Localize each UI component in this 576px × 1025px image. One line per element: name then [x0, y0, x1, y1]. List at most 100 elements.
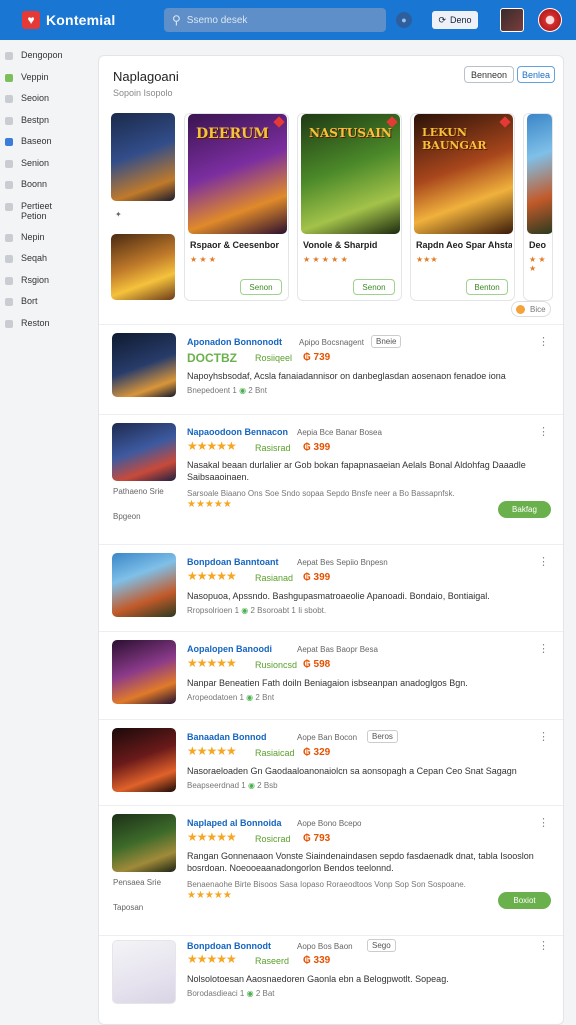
price: ₲ 793 — [303, 833, 331, 844]
sidebar-item[interactable]: Bestpn — [0, 115, 92, 137]
list-item[interactable]: Banaadan Bonnod Aope Ban Bocon Beros ★★★… — [99, 719, 563, 805]
search-box[interactable]: ⚲ — [164, 8, 386, 32]
sidebar-item[interactable]: Seoion — [0, 93, 92, 115]
rating-stars-small: ★★★★★ — [187, 890, 232, 901]
item-description: Nasoraeloaden Gn Gaodaaloanonaiolcn sa a… — [187, 766, 517, 776]
game-thumbnail[interactable] — [112, 940, 176, 1004]
voice-icon[interactable]: ● — [396, 12, 412, 28]
item-pill[interactable]: Beros — [367, 730, 398, 743]
sidebar-item[interactable]: Pertieet Petion — [0, 201, 92, 232]
map-icon — [5, 276, 13, 285]
sidebar-item-label: Dengopon — [21, 50, 63, 60]
more-options-icon[interactable]: ⋮ — [538, 939, 549, 952]
featured-card[interactable]: NASTUSAIN Vonole & Sharpid ★ ★ ★ ★ ★ Sen… — [297, 113, 402, 301]
game-thumbnail[interactable] — [112, 640, 176, 704]
item-description: Nolsolotoesan Aaosnaedoren Gaonla ebn a … — [187, 974, 449, 984]
card-meta: ★★★ — [416, 255, 438, 264]
list-item[interactable]: Pathaeno Srie Bpgeon Napaoodoon Bennacon… — [99, 414, 563, 544]
tag-icon — [5, 95, 13, 103]
sidebar-item[interactable]: Veppin — [0, 72, 92, 94]
price: ₲ 329 — [303, 747, 331, 758]
card-title: Rapdn Aeo Spar Ahsta — [416, 240, 512, 250]
more-options-icon[interactable]: ⋮ — [538, 335, 549, 348]
item-title[interactable]: Aopalopen Banoodi — [187, 644, 272, 654]
more-options-icon[interactable]: ⋮ — [538, 816, 549, 829]
featured-card[interactable]: LEKUN BAUNGAR Rapdn Aeo Spar Ahsta ★★★ B… — [410, 113, 515, 301]
list-item[interactable]: Pensaea Srie Taposan Naplaped al Bonnoid… — [99, 805, 563, 935]
check-icon: ◉ — [241, 606, 249, 615]
sidebar-item[interactable]: Nepin — [0, 232, 92, 254]
more-options-icon[interactable]: ⋮ — [538, 642, 549, 655]
item-title[interactable]: Naplaped al Bonnoida — [187, 818, 282, 828]
game-thumbnail[interactable] — [112, 814, 176, 872]
list-item[interactable]: Aponadon Bonnonodt Apipo Bocsnagent Bnei… — [99, 324, 563, 414]
sidebar-item-label: Bort — [21, 296, 38, 306]
more-label: Bice — [530, 304, 546, 314]
secondary-button[interactable]: Benneon — [464, 66, 514, 83]
card-title: Deo — [529, 240, 547, 250]
item-title[interactable]: Napaoodoon Bennacon — [187, 427, 288, 437]
sidebar-item-label: Seoion — [21, 93, 50, 103]
action-button[interactable]: Bakfag — [498, 501, 551, 518]
featured-card-partial[interactable]: Deo ★ ★ ★ — [523, 113, 553, 301]
sidebar-item[interactable]: Senion — [0, 158, 92, 180]
card-button[interactable]: Senon — [240, 279, 282, 295]
list-item[interactable]: Aopalopen Banoodi Aepat Bas Baopr Besa ★… — [99, 631, 563, 719]
item-title[interactable]: Aponadon Bonnonodt — [187, 337, 282, 347]
sidebar-item[interactable]: Dengopon — [0, 50, 92, 72]
brand[interactable]: ♥ Kontemial — [22, 11, 115, 29]
check-icon: ◉ — [239, 386, 247, 395]
game-thumbnail[interactable] — [112, 333, 176, 397]
sidebar: Dengopon Veppin Seoion Bestpn Baseon Sen… — [0, 50, 92, 339]
game-thumbnail[interactable] — [112, 728, 176, 792]
art-title: NASTUSAIN — [309, 126, 392, 140]
item-tags: Aepat Bas Baopr Besa — [297, 645, 378, 654]
header-button[interactable]: ⟳ Deno — [432, 11, 478, 29]
card-button[interactable]: Benton — [466, 279, 508, 295]
list-item[interactable]: Bonpdoan Bonnodt Aopo Bos Baon Sego ★★★★… — [99, 935, 563, 1025]
game-icon — [5, 73, 13, 82]
featured-thumb[interactable] — [111, 113, 175, 201]
card-artwork: DEERUM — [188, 114, 287, 234]
price: ₲ 739 — [303, 352, 331, 363]
sidebar-item[interactable]: Baseon — [0, 136, 92, 158]
primary-button[interactable]: Benlea — [517, 66, 555, 83]
featured-caption: ✦ — [115, 210, 122, 219]
sidebar-item[interactable]: Boonn — [0, 179, 92, 201]
folder-icon — [5, 181, 13, 189]
featured-card[interactable]: DEERUM Rspaor & Ceesenbor ★ ★ ★ Senon — [184, 113, 289, 301]
game-avatar[interactable] — [500, 8, 524, 32]
list-item[interactable]: Bonpdoan Banntoant Aepat Bes Sepiio Bnpe… — [99, 544, 563, 631]
main-panel: Naplagoani Sopoin Isopolo Benneon Benlea… — [98, 55, 564, 1025]
item-pill[interactable]: Bneie — [371, 335, 402, 348]
featured-thumb[interactable] — [111, 234, 175, 300]
sidebar-item[interactable]: Bort — [0, 296, 92, 318]
more-options-icon[interactable]: ⋮ — [538, 730, 549, 743]
more-options-icon[interactable]: ⋮ — [538, 555, 549, 568]
info-text: Rropsolrioen 1 — [187, 606, 240, 615]
item-pill[interactable]: Sego — [367, 939, 396, 952]
sidebar-item[interactable]: Reston — [0, 318, 92, 340]
sidebar-item[interactable]: Rsgion — [0, 275, 92, 297]
item-title[interactable]: Banaadan Bonnod — [187, 732, 267, 742]
item-title[interactable]: Bonpdoan Banntoant — [187, 557, 279, 567]
item-description: Nasakal beaan durlalier ar Gob bokan fap… — [187, 460, 526, 482]
grid-icon — [5, 159, 13, 168]
card-button[interactable]: Senon — [353, 279, 395, 295]
more-button[interactable]: Bice — [511, 301, 551, 317]
user-avatar[interactable] — [538, 8, 562, 32]
item-title[interactable]: Bonpdoan Bonnodt — [187, 941, 271, 951]
sidebar-item[interactable]: Seqah — [0, 253, 92, 275]
list-icon — [5, 202, 13, 211]
more-icon — [516, 304, 525, 314]
info-text: Bnepedoent 1 — [187, 386, 237, 395]
game-thumbnail[interactable] — [112, 553, 176, 617]
search-input[interactable] — [186, 14, 367, 26]
item-tags: Aope Ban Bocon — [297, 733, 358, 742]
game-thumbnail[interactable] — [112, 423, 176, 481]
more-options-icon[interactable]: ⋮ — [538, 425, 549, 438]
action-button[interactable]: Boxiot — [498, 892, 551, 909]
box-icon — [5, 233, 13, 242]
rating-stars: ★★★★★ — [187, 744, 237, 758]
item-tags: Aepat Bes Sepiio Bnpesn — [297, 558, 388, 567]
